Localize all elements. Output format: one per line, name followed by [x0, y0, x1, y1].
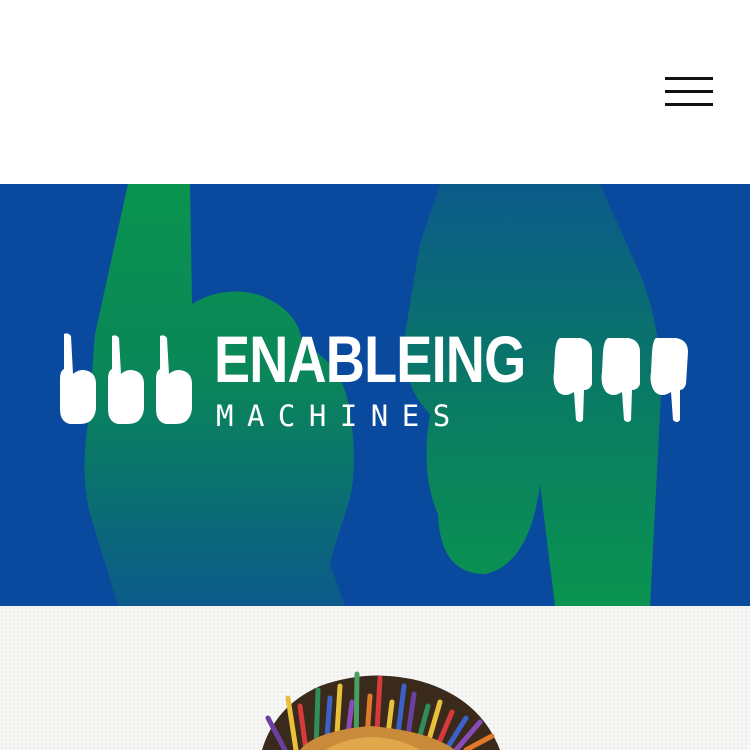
brand-title: ENABLEING [214, 322, 526, 396]
colorful-portrait-illustration [262, 671, 500, 750]
pointing-down-hand-icon [601, 338, 640, 422]
pointing-up-hand-icon [156, 335, 192, 424]
pointing-down-hand-icon [553, 338, 592, 422]
menu-button[interactable] [664, 76, 714, 108]
pointing-down-hand-icon [650, 338, 688, 422]
hero-logo: ENABLEING MACHINES [0, 184, 750, 606]
site-header [0, 0, 750, 184]
pointing-up-hand-icon [60, 333, 96, 424]
pointing-up-hand-icon [108, 335, 144, 424]
artwork-section [0, 606, 750, 750]
brand-subtitle: MACHINES [216, 399, 464, 433]
hero-banner: ENABLEING MACHINES [0, 184, 750, 606]
